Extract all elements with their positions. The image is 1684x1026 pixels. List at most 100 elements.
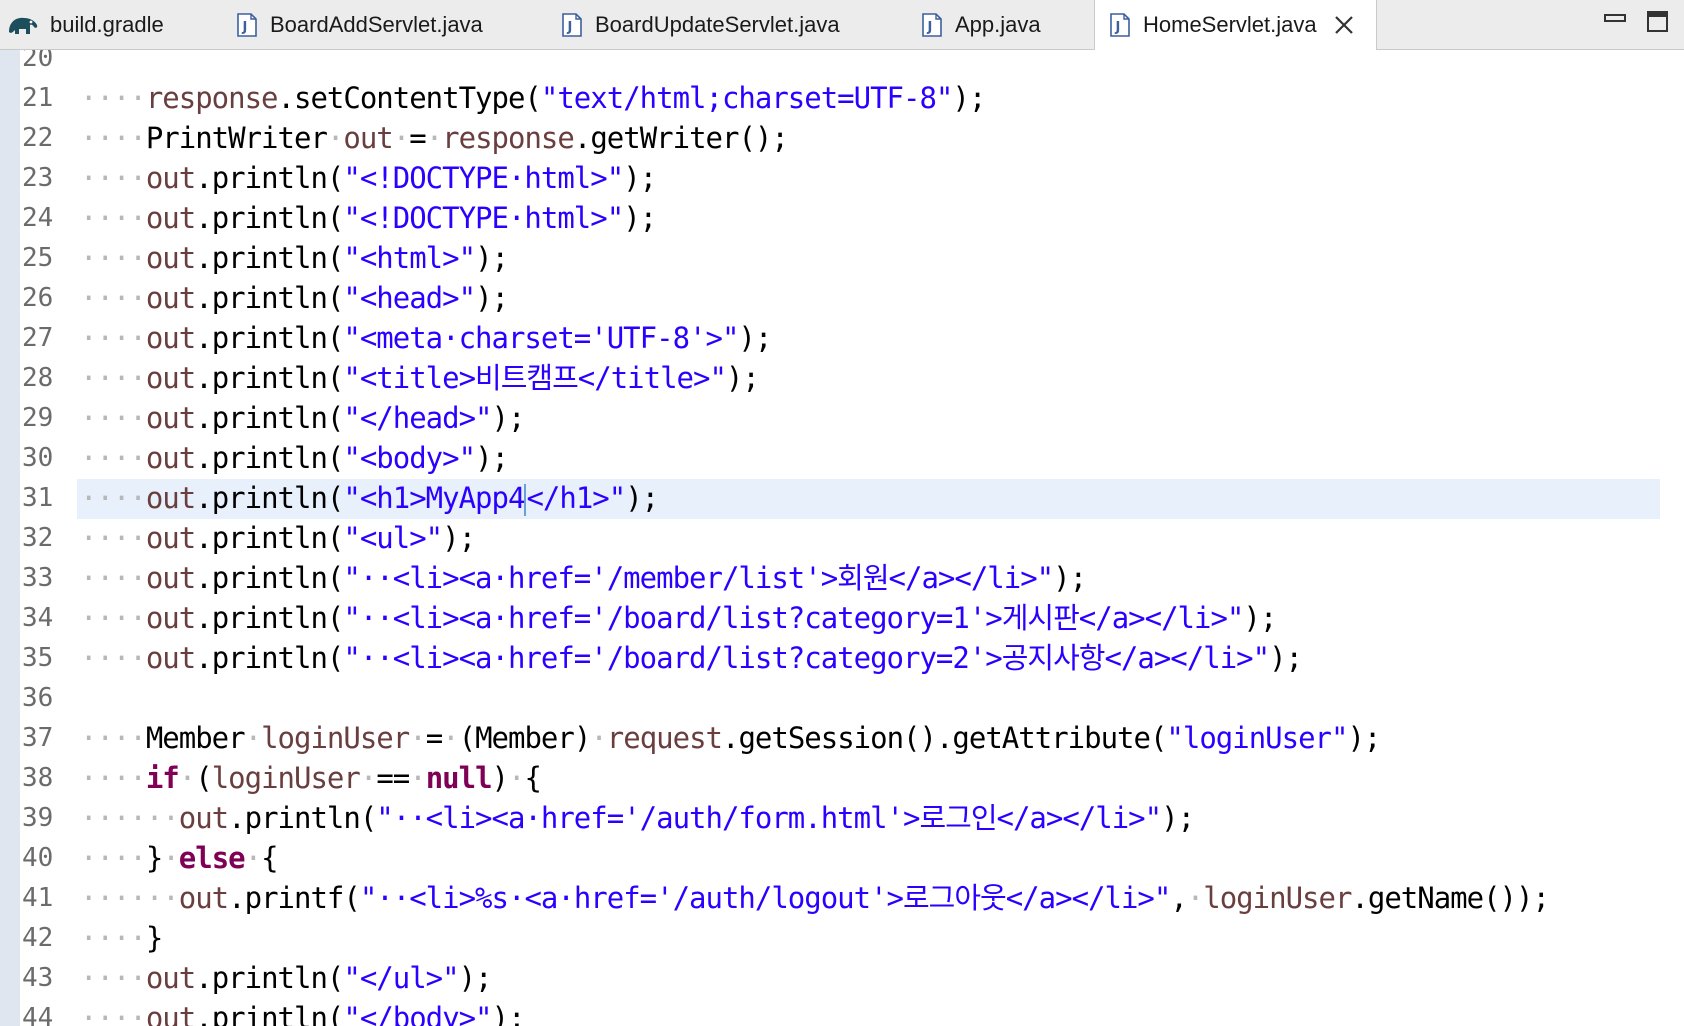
line-number: 43	[22, 963, 54, 993]
code-token: ····	[80, 841, 147, 875]
code-token: out	[343, 121, 393, 155]
code-text: ····out.println("··<li><a·href='/board/l…	[80, 598, 1277, 638]
code-token: .getName());	[1351, 881, 1550, 915]
code-token: (Member)	[458, 721, 592, 755]
code-token: ····	[80, 121, 147, 155]
code-token: "··<li><a·href='/member/list'>회원</a></li…	[343, 561, 1054, 595]
code-token: out	[145, 961, 196, 995]
code-token: loginUser	[1203, 881, 1352, 915]
code-text: ····out.println("</body>");	[80, 998, 526, 1026]
code-text: ····out.println("<body>");	[80, 438, 509, 478]
code-token: ·	[392, 121, 410, 155]
code-token: "<body>"	[343, 441, 476, 475]
code-text: ····response.setContentType("text/html;c…	[80, 78, 986, 118]
code-text: ····out.println("<!DOCTYPE·html>");	[80, 198, 657, 238]
code-text: ····if·(loginUser·==·null)·{	[80, 758, 542, 798]
tab-home-servlet[interactable]: J HomeServlet.java	[1094, 0, 1377, 50]
code-token: );	[491, 1001, 526, 1026]
code-token: (	[195, 761, 212, 795]
code-token: ·	[442, 721, 459, 755]
code-token: request	[606, 721, 723, 755]
code-token: }	[145, 841, 163, 875]
line-number: 37	[22, 723, 54, 753]
code-token: ····	[80, 481, 147, 515]
java-file-icon: J	[561, 12, 583, 37]
code-token: ····	[80, 641, 147, 675]
code-token: ····	[80, 321, 147, 355]
code-token: .println(	[195, 201, 344, 235]
code-text: ······out.println("··<li><a·href='/auth/…	[80, 798, 1195, 838]
line-number: 20	[22, 50, 54, 73]
code-token: </h1>"	[526, 481, 626, 515]
code-token: out	[178, 801, 229, 835]
tab-label: BoardAddServlet.java	[270, 11, 483, 37]
code-token: ·	[326, 121, 344, 155]
code-token: ····	[80, 521, 147, 555]
code-token: out	[145, 281, 196, 315]
code-token: ····	[80, 81, 147, 115]
svg-text:J: J	[242, 20, 248, 35]
code-token: );	[952, 81, 986, 115]
code-editor[interactable]: 20 21 ····response.setContentType("text/ht…	[0, 50, 1684, 1026]
minimize-icon[interactable]	[1603, 10, 1627, 34]
code-token: ·	[1186, 881, 1204, 915]
code-token: );	[1161, 801, 1195, 835]
tab-app[interactable]: J App.java	[921, 0, 1041, 49]
code-text: ····PrintWriter·out·=·response.getWriter…	[80, 118, 789, 158]
code-token: .println(	[195, 521, 344, 555]
code-token: ····	[80, 961, 147, 995]
code-token: =	[409, 121, 426, 155]
code-text: ····out.println("··<li><a·href='/board/l…	[80, 638, 1303, 678]
code-token: loginUser	[211, 761, 361, 795]
tab-board-add-servlet[interactable]: J BoardAddServlet.java	[236, 0, 483, 49]
code-token: .println(	[195, 961, 344, 995]
code-token: out	[145, 601, 196, 635]
code-token: Member	[145, 721, 246, 755]
code-token: .println(	[195, 641, 344, 675]
code-token: ····	[80, 721, 147, 755]
code-token: "<!DOCTYPE·html>"	[343, 161, 624, 195]
code-token: "<!DOCTYPE·html>"	[343, 201, 624, 235]
code-text: ····out.println("<h1>MyApp4</h1>");	[80, 478, 659, 518]
code-token: .println(	[195, 361, 344, 395]
code-token: "<meta·charset='UTF-8'>"	[343, 321, 739, 355]
line-number: 34	[22, 603, 54, 633]
left-ruler	[0, 50, 20, 1026]
line-number: 25	[22, 243, 54, 273]
code-token: );	[475, 241, 509, 275]
java-file-icon: J	[236, 12, 258, 37]
code-token: .println(	[195, 241, 344, 275]
code-token: "text/html;charset=UTF-8"	[540, 81, 953, 115]
code-token: "··<li><a·href='/board/list?category=1'>…	[343, 601, 1244, 635]
code-token: ,	[1170, 881, 1187, 915]
code-token: if	[145, 761, 180, 795]
code-text: ····}	[80, 918, 163, 958]
code-token: ·	[162, 841, 179, 875]
code-text: ····out.println("</head>");	[80, 398, 525, 438]
code-token: .println(	[195, 441, 344, 475]
code-text: ····Member·loginUser·=·(Member)·request.…	[80, 718, 1381, 758]
code-token: ·	[178, 761, 196, 795]
code-token: "<ul>"	[343, 521, 443, 555]
code-token: ·	[244, 721, 262, 755]
code-token: "··<li><a·href='/board/list?category=2'>…	[343, 641, 1270, 675]
code-token: null	[425, 761, 493, 795]
code-token: out	[145, 641, 196, 675]
code-token: ·	[425, 121, 443, 155]
editor-tab-bar: build.gradle J BoardAddServlet.java J Bo…	[0, 0, 1684, 50]
code-token: loginUser	[261, 721, 410, 755]
code-token: =	[425, 721, 443, 755]
tab-label: HomeServlet.java	[1143, 12, 1317, 37]
code-token: );	[475, 441, 509, 475]
code-token: else	[178, 841, 246, 875]
code-token: out	[145, 561, 196, 595]
close-icon[interactable]	[1333, 14, 1355, 36]
code-token: ······	[80, 881, 180, 915]
code-token: "<html>"	[343, 241, 476, 275]
maximize-icon[interactable]	[1646, 10, 1670, 34]
code-token: out	[145, 481, 196, 515]
code-token: .println(	[195, 601, 344, 635]
code-text: ····out.println("<title>비트캠프</title>");	[80, 358, 760, 398]
tab-board-update-servlet[interactable]: J BoardUpdateServlet.java	[561, 0, 840, 49]
tab-build-gradle[interactable]: build.gradle	[6, 0, 226, 49]
